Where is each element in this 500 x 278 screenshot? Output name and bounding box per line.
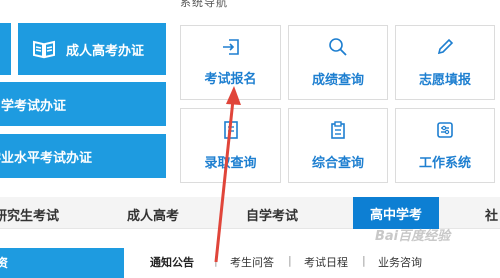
annotation-arrow xyxy=(214,86,241,263)
